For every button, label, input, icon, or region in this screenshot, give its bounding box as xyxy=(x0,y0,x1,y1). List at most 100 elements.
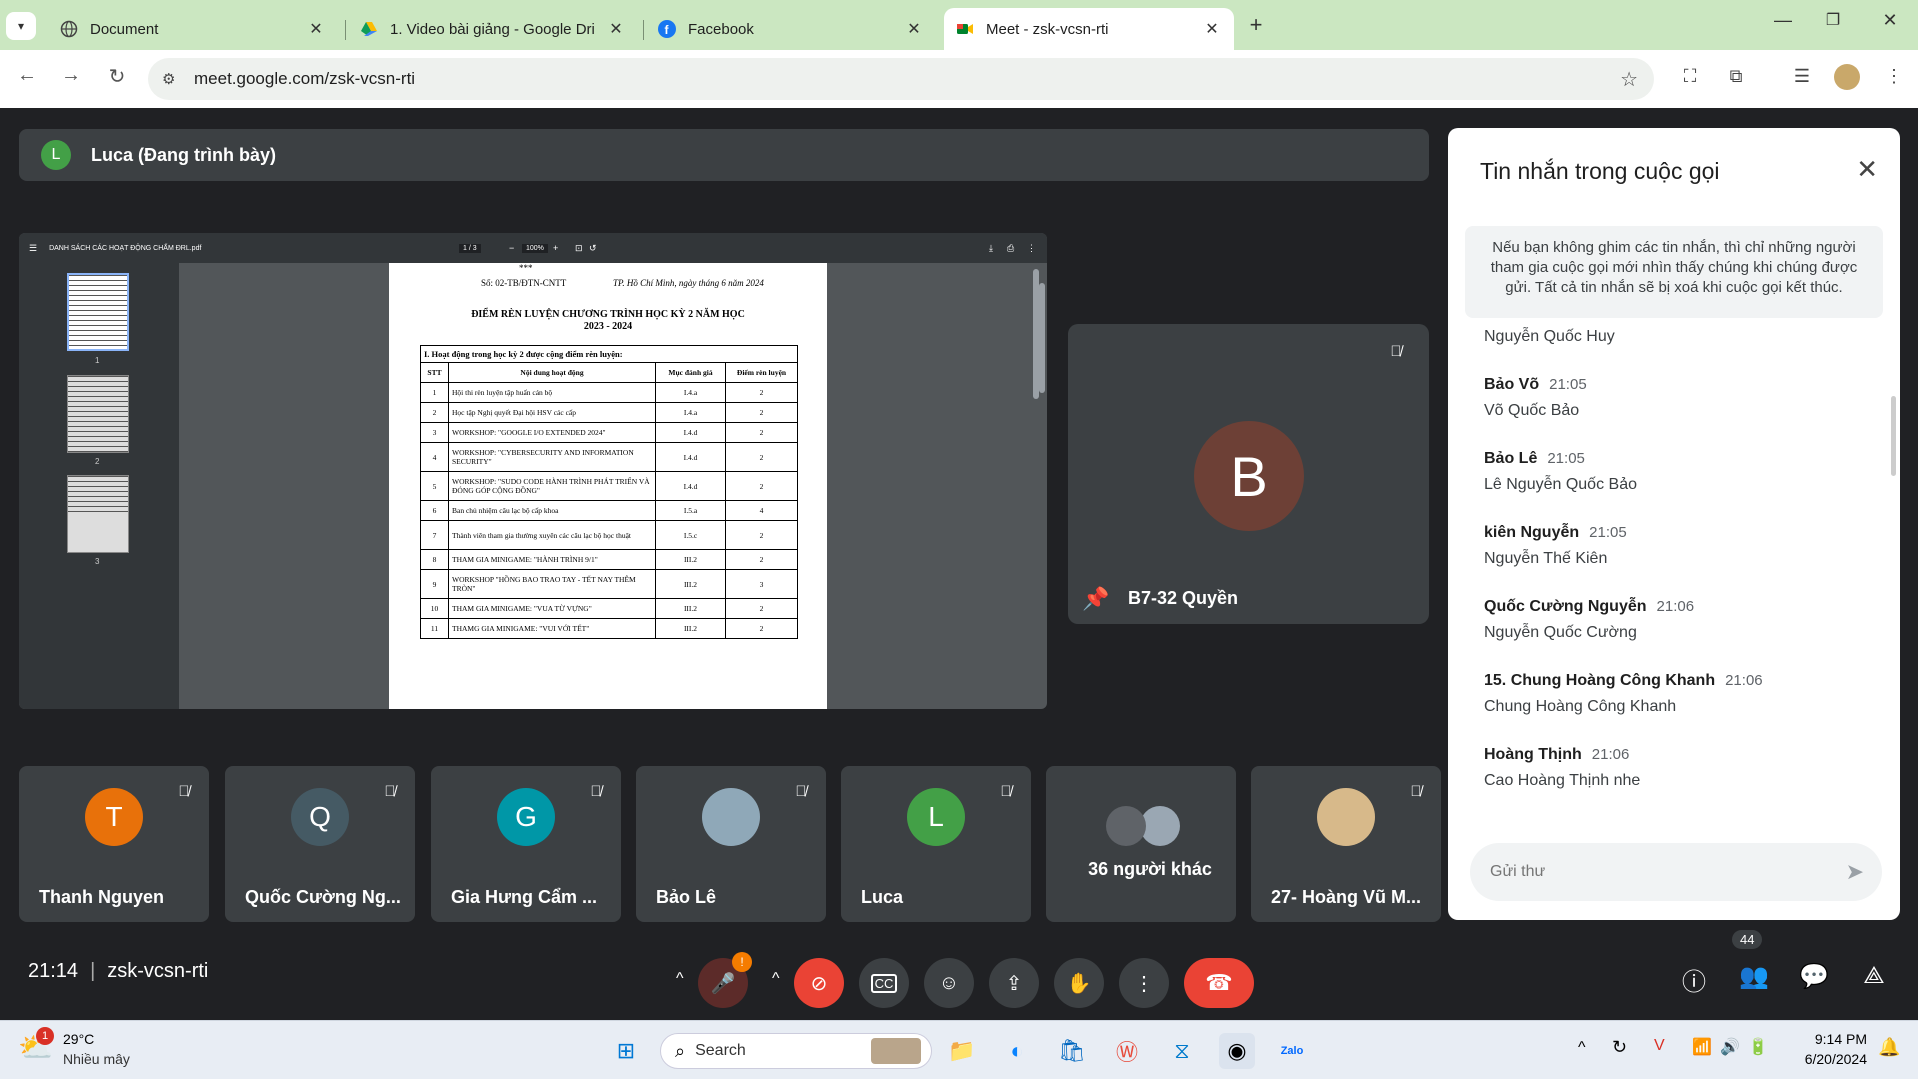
meeting-details-icon[interactable]: ⓘ xyxy=(1674,962,1714,997)
pdf-more-icon: ⋮ xyxy=(1027,242,1036,253)
window-close-icon[interactable]: ✕ xyxy=(1870,10,1910,31)
site-info-icon[interactable]: ⚙ xyxy=(162,70,175,88)
tab-google-meet[interactable]: Meet - zsk-vcsn-rti ✕ xyxy=(944,8,1234,50)
video-options-caret[interactable]: ^ xyxy=(772,970,780,988)
raise-hand-button[interactable]: ✋ xyxy=(1054,958,1104,1008)
participant-tile[interactable]: 🎙̸ L Luca xyxy=(841,766,1031,922)
participant-photo xyxy=(1317,788,1375,846)
pin-icon[interactable]: 📌 xyxy=(1082,586,1109,612)
wifi-icon[interactable]: 📶 xyxy=(1692,1037,1712,1057)
tab-google-drive[interactable]: 1. Video bài giảng - Google Dri ✕ xyxy=(348,8,638,50)
more-options-button[interactable]: ⋮ xyxy=(1119,958,1169,1008)
browser-menu-icon[interactable]: ⋮ xyxy=(1880,66,1908,87)
windows-start-icon[interactable]: ⊞ xyxy=(608,1033,644,1069)
send-icon[interactable]: ➤ xyxy=(1846,859,1864,885)
weather-icon[interactable]: ⛅ 1 xyxy=(18,1027,54,1064)
reload-icon[interactable]: ↻ xyxy=(102,64,132,89)
vscode-icon[interactable]: ⧖ xyxy=(1164,1033,1200,1069)
message-time: 21:06 xyxy=(1725,672,1763,689)
microphone-button[interactable]: 🎤 ! xyxy=(698,952,752,1008)
people-icon[interactable]: 👥 44 xyxy=(1732,930,1774,991)
zalo-icon[interactable]: Zalo xyxy=(1274,1033,1310,1069)
tab-title: Meet - zsk-vcsn-rti xyxy=(986,20,1109,38)
address-bar[interactable]: ⚙ meet.google.com/zsk-vcsn-rti ☆ xyxy=(148,58,1654,100)
taskbar-date[interactable]: 6/20/2024 xyxy=(1797,1051,1867,1067)
participant-tile[interactable]: 36 người khác xyxy=(1046,766,1236,922)
volume-icon[interactable]: 🔊 xyxy=(1720,1037,1740,1057)
table-cell: 6 xyxy=(420,500,449,521)
participant-tile[interactable]: 🎙̸ T Thanh Nguyen xyxy=(19,766,209,922)
close-tab-icon[interactable]: ✕ xyxy=(1202,19,1222,39)
page-thumbnail xyxy=(67,273,129,351)
chat-icon[interactable]: 💬 xyxy=(1794,962,1834,991)
shared-screen[interactable]: ☰ DANH SÁCH CÁC HOẠT ĐỘNG CHẤM ĐRL.pdf 1… xyxy=(19,233,1047,709)
battery-icon[interactable]: 🔋 xyxy=(1748,1037,1768,1057)
audio-options-caret[interactable]: ^ xyxy=(676,970,684,988)
pdf-scrollbar[interactable] xyxy=(1039,283,1045,393)
table-cell: 4 xyxy=(420,442,449,472)
forward-icon[interactable]: → xyxy=(56,64,86,87)
extensions-icon[interactable]: ⧉ xyxy=(1722,66,1750,87)
camera-button[interactable]: ⊘ xyxy=(794,958,844,1008)
sync-icon[interactable]: ↻ xyxy=(1612,1037,1627,1058)
leave-call-button[interactable]: ☎ xyxy=(1184,958,1254,1008)
meet-stage: L Luca (Đang trình bày) ☰ DANH SÁCH CÁC … xyxy=(0,108,1918,1020)
mic-off-icon: 🎙̸ xyxy=(1410,782,1422,800)
participant-tile[interactable]: 🎙̸ Q Quốc Cường Ng... xyxy=(225,766,415,922)
taskbar-search[interactable]: ⌕ Search xyxy=(660,1033,932,1069)
edge-icon[interactable]: ◐ xyxy=(999,1033,1035,1069)
message-sender: Hoàng Thịnh xyxy=(1484,746,1582,763)
tab-search-button[interactable]: ▾ xyxy=(6,12,36,40)
profile-avatar[interactable] xyxy=(1834,64,1860,90)
store-icon[interactable]: 🛍 xyxy=(1054,1033,1090,1069)
table-cell: Ban chủ nhiệm câu lạc bộ cấp khoa xyxy=(448,500,656,521)
taskbar-time[interactable]: 9:14 PM xyxy=(1797,1031,1867,1047)
table-cell: I.4.d xyxy=(655,471,726,501)
participant-tile[interactable]: 🎙̸ Bảo Lê xyxy=(636,766,826,922)
thumbnail-number: 1 xyxy=(95,356,100,365)
participant-avatar: B xyxy=(1194,421,1304,531)
present-button[interactable]: ⇪ xyxy=(989,958,1039,1008)
show-hidden-icons[interactable]: ^ xyxy=(1578,1039,1586,1057)
minimize-icon[interactable]: — xyxy=(1763,10,1803,31)
mic-off-icon: 🎙̸ xyxy=(384,782,396,800)
table-row: 5 WORKSHOP: "SUDO CODE HÀNH TRÌNH PHÁT TR… xyxy=(420,471,798,501)
vietkey-icon[interactable]: V xyxy=(1654,1037,1665,1055)
chrome-icon[interactable]: ◉ xyxy=(1219,1033,1255,1069)
participant-photo xyxy=(1140,806,1180,846)
participant-tile[interactable]: 🎙̸ 27- Hoàng Vũ M... xyxy=(1251,766,1441,922)
notification-bell-icon[interactable]: 🔔 xyxy=(1878,1037,1900,1058)
tab-title: Facebook xyxy=(688,20,754,38)
participant-tile-pinned[interactable]: 🎙̸ B 📌 B7-32 Quyền xyxy=(1068,324,1429,624)
close-tab-icon[interactable]: ✕ xyxy=(904,19,924,39)
participant-tile[interactable]: 🎙̸ G Gia Hưng Cẩm ... xyxy=(431,766,621,922)
close-icon[interactable]: ✕ xyxy=(1856,154,1878,185)
activities-icon[interactable]: ⟁ xyxy=(1854,962,1894,990)
bookmark-star-icon[interactable]: ☆ xyxy=(1620,67,1638,92)
close-tab-icon[interactable]: ✕ xyxy=(306,19,326,39)
emoji-button[interactable]: ☺ xyxy=(924,958,974,1008)
captions-button[interactable]: CC xyxy=(859,958,909,1008)
restore-icon[interactable]: ❐ xyxy=(1813,10,1853,30)
chat-scrollbar[interactable] xyxy=(1891,396,1896,476)
close-tab-icon[interactable]: ✕ xyxy=(606,19,626,39)
chat-input[interactable] xyxy=(1490,863,1810,881)
new-tab-button[interactable]: + xyxy=(1236,12,1276,38)
pdf-filename: DANH SÁCH CÁC HOẠT ĐỘNG CHẤM ĐRL.pdf xyxy=(49,244,202,252)
participant-name: Bảo Lê xyxy=(656,887,717,907)
table-cell: I.4.a xyxy=(655,382,726,403)
table-cell: 2 xyxy=(725,422,798,443)
pdf-menu-icon: ☰ xyxy=(29,242,38,253)
message-time: 21:05 xyxy=(1547,450,1585,467)
file-explorer-icon[interactable]: 📁 xyxy=(944,1033,980,1069)
tab-facebook[interactable]: f Facebook ✕ xyxy=(646,8,936,50)
media-control-icon[interactable]: ☰ xyxy=(1788,66,1816,87)
tab-document[interactable]: Document ✕ xyxy=(48,8,338,50)
table-cell: I.5.a xyxy=(655,500,726,521)
camera-blocked-icon[interactable]: ⛶ xyxy=(1676,66,1704,87)
presenter-avatar: L xyxy=(41,140,71,170)
wps-office-icon[interactable]: Ⓦ xyxy=(1109,1033,1145,1069)
chat-notice: Nếu bạn không ghim các tin nhắn, thì chỉ… xyxy=(1465,226,1883,318)
people-count-badge: 44 xyxy=(1732,930,1763,949)
back-icon[interactable]: ← xyxy=(12,64,42,87)
